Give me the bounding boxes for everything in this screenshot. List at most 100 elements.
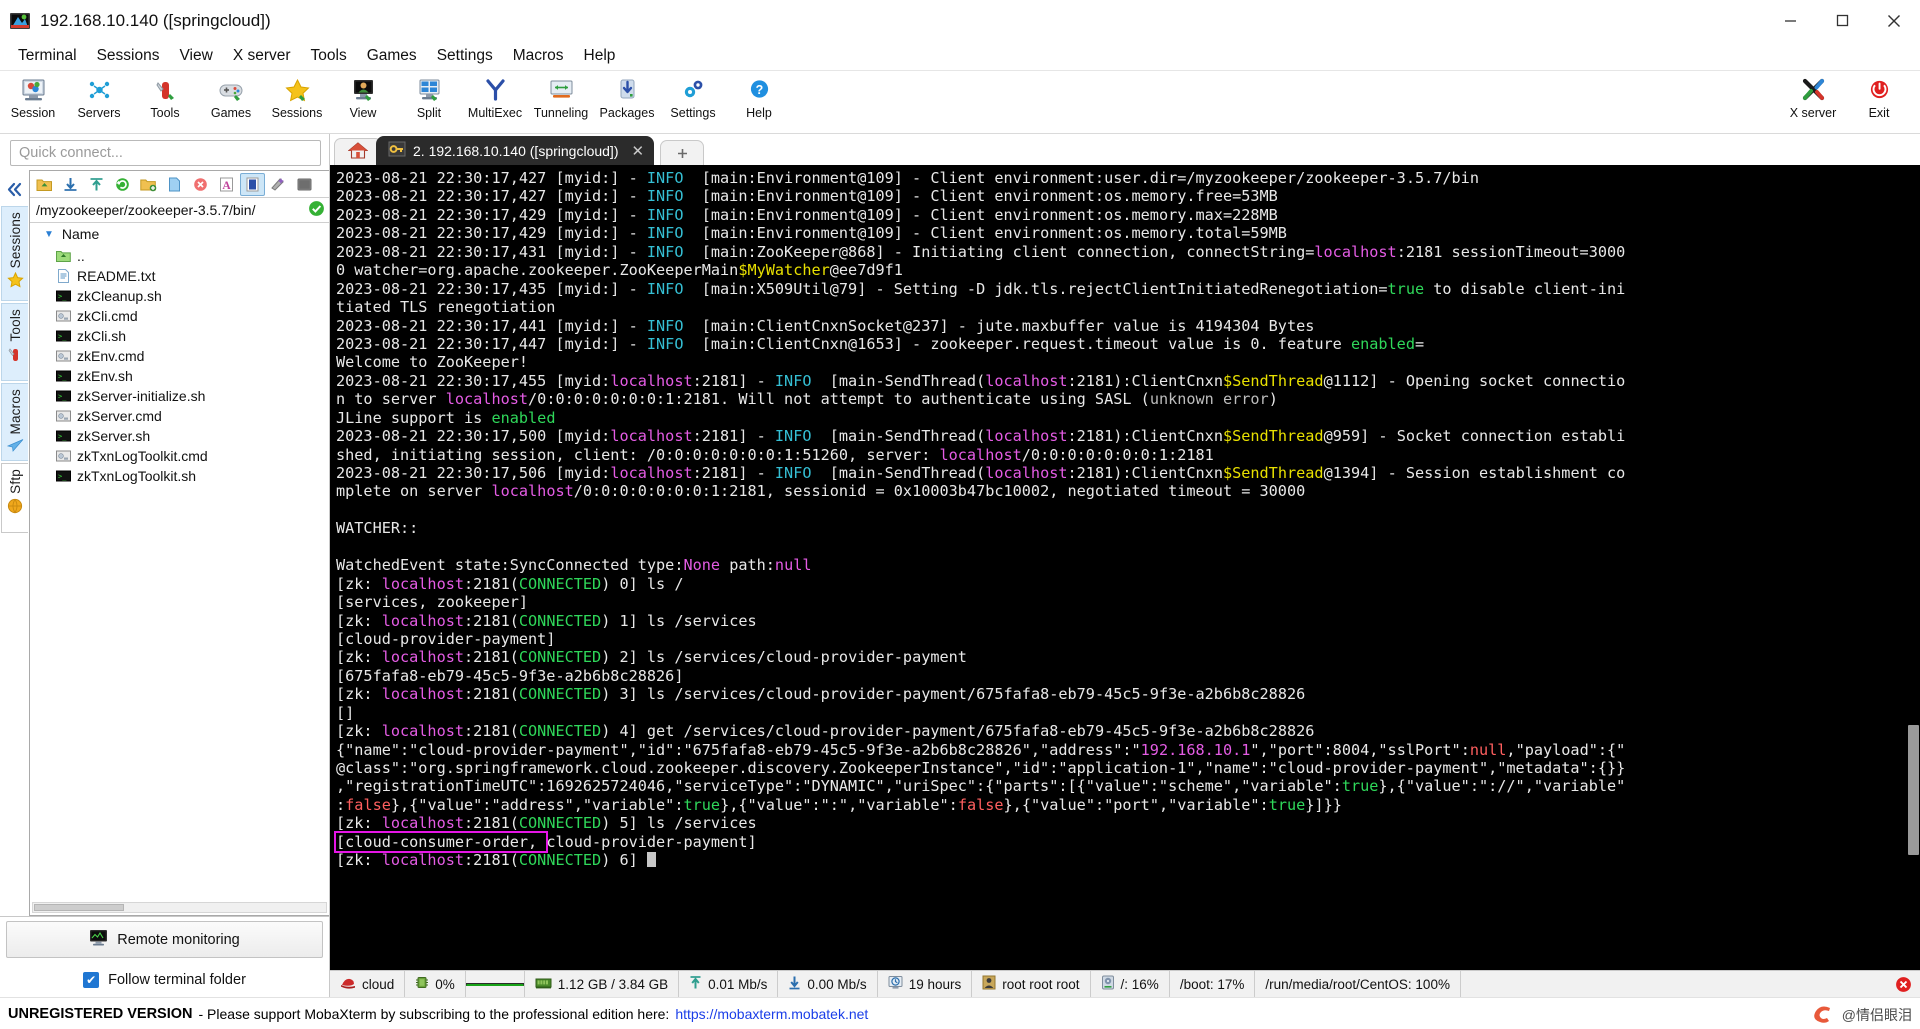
session-tab-close-icon[interactable]: ✕	[631, 142, 644, 160]
shell-file-icon: >_	[56, 329, 71, 343]
sidebar-tab-macros[interactable]: Macros	[1, 383, 28, 461]
menu-help[interactable]: Help	[574, 44, 626, 68]
terminal-text[interactable]: 2023-08-21 22:30:17,427 [myid:] - INFO […	[330, 165, 1907, 970]
toolbar-tools[interactable]: Tools	[132, 73, 198, 120]
terminal-span: /0:0:0:0:0:0:0:1:2181	[1021, 445, 1214, 464]
menu-settings[interactable]: Settings	[427, 44, 503, 68]
toolbar-tunneling[interactable]: Tunneling	[528, 73, 594, 120]
home-tab[interactable]	[334, 138, 382, 165]
status-memory[interactable]: 1.12 GB / 3.84 GB	[525, 971, 680, 997]
terminal-line: [zk: localhost:2181(CONNECTED) 4] get /s…	[336, 722, 1907, 740]
menu-view[interactable]: View	[169, 44, 222, 68]
sftp-path-bar[interactable]: /myzookeeper/zookeeper-3.5.7/bin/	[30, 198, 329, 223]
new-tab-button[interactable]	[660, 140, 705, 165]
download-icon[interactable]	[58, 173, 83, 196]
list-item[interactable]: zkTxnLogToolkit.cmd	[30, 446, 329, 466]
list-item[interactable]: zkEnv.cmd	[30, 346, 329, 366]
menu-tools[interactable]: Tools	[301, 44, 357, 68]
new-folder-icon[interactable]	[136, 173, 161, 196]
list-item[interactable]: >_ zkCli.sh	[30, 326, 329, 346]
maximize-button[interactable]	[1816, 0, 1868, 42]
status-download[interactable]: 0.00 Mb/s	[778, 971, 878, 997]
terminal-scrollbar[interactable]	[1907, 165, 1920, 970]
terminal-span: },{"value":"port","variable":	[1003, 795, 1269, 814]
session-tab-active[interactable]: 2. 192.168.10.140 ([springcloud]) ✕	[376, 136, 655, 165]
toolbar-exit[interactable]: Exit	[1846, 73, 1912, 120]
status-cpu-graph[interactable]	[465, 971, 525, 997]
file-list-header[interactable]: ▼ Name	[30, 223, 329, 245]
servers-icon	[86, 76, 113, 104]
status-upload[interactable]: 0.01 Mb/s	[679, 971, 779, 997]
scrollbar-thumb[interactable]	[34, 904, 124, 911]
minimize-button[interactable]	[1764, 0, 1816, 42]
menu-x-server[interactable]: X server	[223, 44, 301, 68]
scrollbar-thumb[interactable]	[1908, 725, 1919, 855]
menu-terminal[interactable]: Terminal	[8, 44, 87, 68]
refresh-icon[interactable]	[110, 173, 135, 196]
binary-mode-icon[interactable]	[240, 172, 265, 196]
up-folder-icon[interactable]	[32, 173, 57, 196]
follow-terminal-folder-row[interactable]: ✔ Follow terminal folder	[0, 963, 329, 997]
toolbar-view[interactable]: View	[330, 73, 396, 120]
list-item[interactable]: >_ zkServer.sh	[30, 426, 329, 446]
terminal-span: 2023-08-21 22:30:17,435 [myid:] -	[336, 279, 647, 298]
follow-terminal-folder-checkbox[interactable]: ✔	[83, 972, 100, 988]
status-users[interactable]: root root root	[972, 971, 1091, 997]
terminal-span: [main:Environment@109] - Client environm…	[683, 169, 1479, 187]
permissions-icon[interactable]	[266, 173, 291, 196]
list-item[interactable]: zkServer.cmd	[30, 406, 329, 426]
terminal-span: ,"payload":{"	[1506, 740, 1626, 759]
list-item[interactable]: >_ zkCleanup.sh	[30, 286, 329, 306]
list-item[interactable]: ..	[30, 246, 329, 266]
new-file-icon[interactable]	[162, 173, 187, 196]
toolbar-exit-label: Exit	[1868, 106, 1890, 120]
status-uptime[interactable]: 19 hours	[878, 971, 973, 997]
status-disk-media[interactable]: /run/media/root/CentOS: 100%	[1255, 971, 1461, 997]
terminal-line: 0 watcher=org.apache.zookeeper.ZooKeeper…	[336, 261, 1907, 279]
remote-monitoring-button[interactable]: Remote monitoring	[6, 921, 323, 958]
toolbar-multiexec[interactable]: MultiExec	[462, 73, 528, 120]
toolbar-packages[interactable]: Packages	[594, 73, 660, 120]
menu-games[interactable]: Games	[357, 44, 427, 68]
list-item[interactable]: >_ zkServer-initialize.sh	[30, 386, 329, 406]
text-mode-icon[interactable]: A	[214, 173, 239, 196]
status-disk-boot[interactable]: /boot: 17%	[1170, 971, 1256, 997]
quick-connect-input[interactable]: Quick connect...	[10, 140, 321, 166]
sidebar-tab-tools[interactable]: Tools	[1, 303, 28, 381]
terminal-span: :2181] -	[692, 371, 775, 390]
menu-sessions[interactable]: Sessions	[87, 44, 170, 68]
upload-icon[interactable]	[84, 173, 109, 196]
toolbar-games[interactable]: Games	[198, 73, 264, 120]
close-button[interactable]	[1868, 0, 1920, 42]
toolbar-split[interactable]: Split	[396, 73, 462, 120]
collapse-sidebar-button[interactable]	[5, 172, 24, 206]
terminal-output[interactable]: 2023-08-21 22:30:17,427 [myid:] - INFO […	[330, 165, 1920, 970]
toolbar-x-server[interactable]: X server	[1780, 73, 1846, 120]
terminal-span: enabled	[1350, 334, 1415, 353]
toolbar-sessions[interactable]: Sessions	[264, 73, 330, 120]
list-item[interactable]: README.txt	[30, 266, 329, 286]
list-item-label: zkCli.sh	[77, 328, 127, 344]
toolbar-settings[interactable]: Settings	[660, 73, 726, 120]
terminal-line: Welcome to ZooKeeper!	[336, 353, 1907, 371]
toolbar-servers[interactable]: Servers	[66, 73, 132, 120]
list-item[interactable]: >_ zkTxnLogToolkit.sh	[30, 466, 329, 486]
footer-link[interactable]: https://mobaxterm.mobatek.net	[675, 1006, 868, 1022]
toolbar-session[interactable]: Session	[0, 73, 66, 120]
terminal-span: INFO	[646, 242, 684, 261]
sidebar-tab-sftp[interactable]: Sftp	[1, 463, 28, 533]
status-close-button[interactable]	[1886, 971, 1920, 997]
list-item[interactable]: zkCli.cmd	[30, 306, 329, 326]
status-hostname[interactable]: cloud	[330, 971, 406, 997]
sidebar-tab-sessions[interactable]: Sessions	[1, 206, 28, 301]
status-cpu[interactable]: 0%	[405, 971, 466, 997]
file-list-horizontal-scrollbar[interactable]	[32, 902, 327, 913]
menu-macros[interactable]: Macros	[503, 44, 574, 68]
terminal-span: localhost	[985, 427, 1068, 446]
list-item[interactable]: >_ zkEnv.sh	[30, 366, 329, 386]
terminal-icon[interactable]	[292, 173, 317, 196]
delete-icon[interactable]	[188, 173, 213, 196]
status-disk-root[interactable]: /: 16%	[1091, 971, 1170, 997]
terminal-span: :2181] -	[692, 427, 775, 446]
toolbar-help[interactable]: ? Help	[726, 73, 792, 120]
